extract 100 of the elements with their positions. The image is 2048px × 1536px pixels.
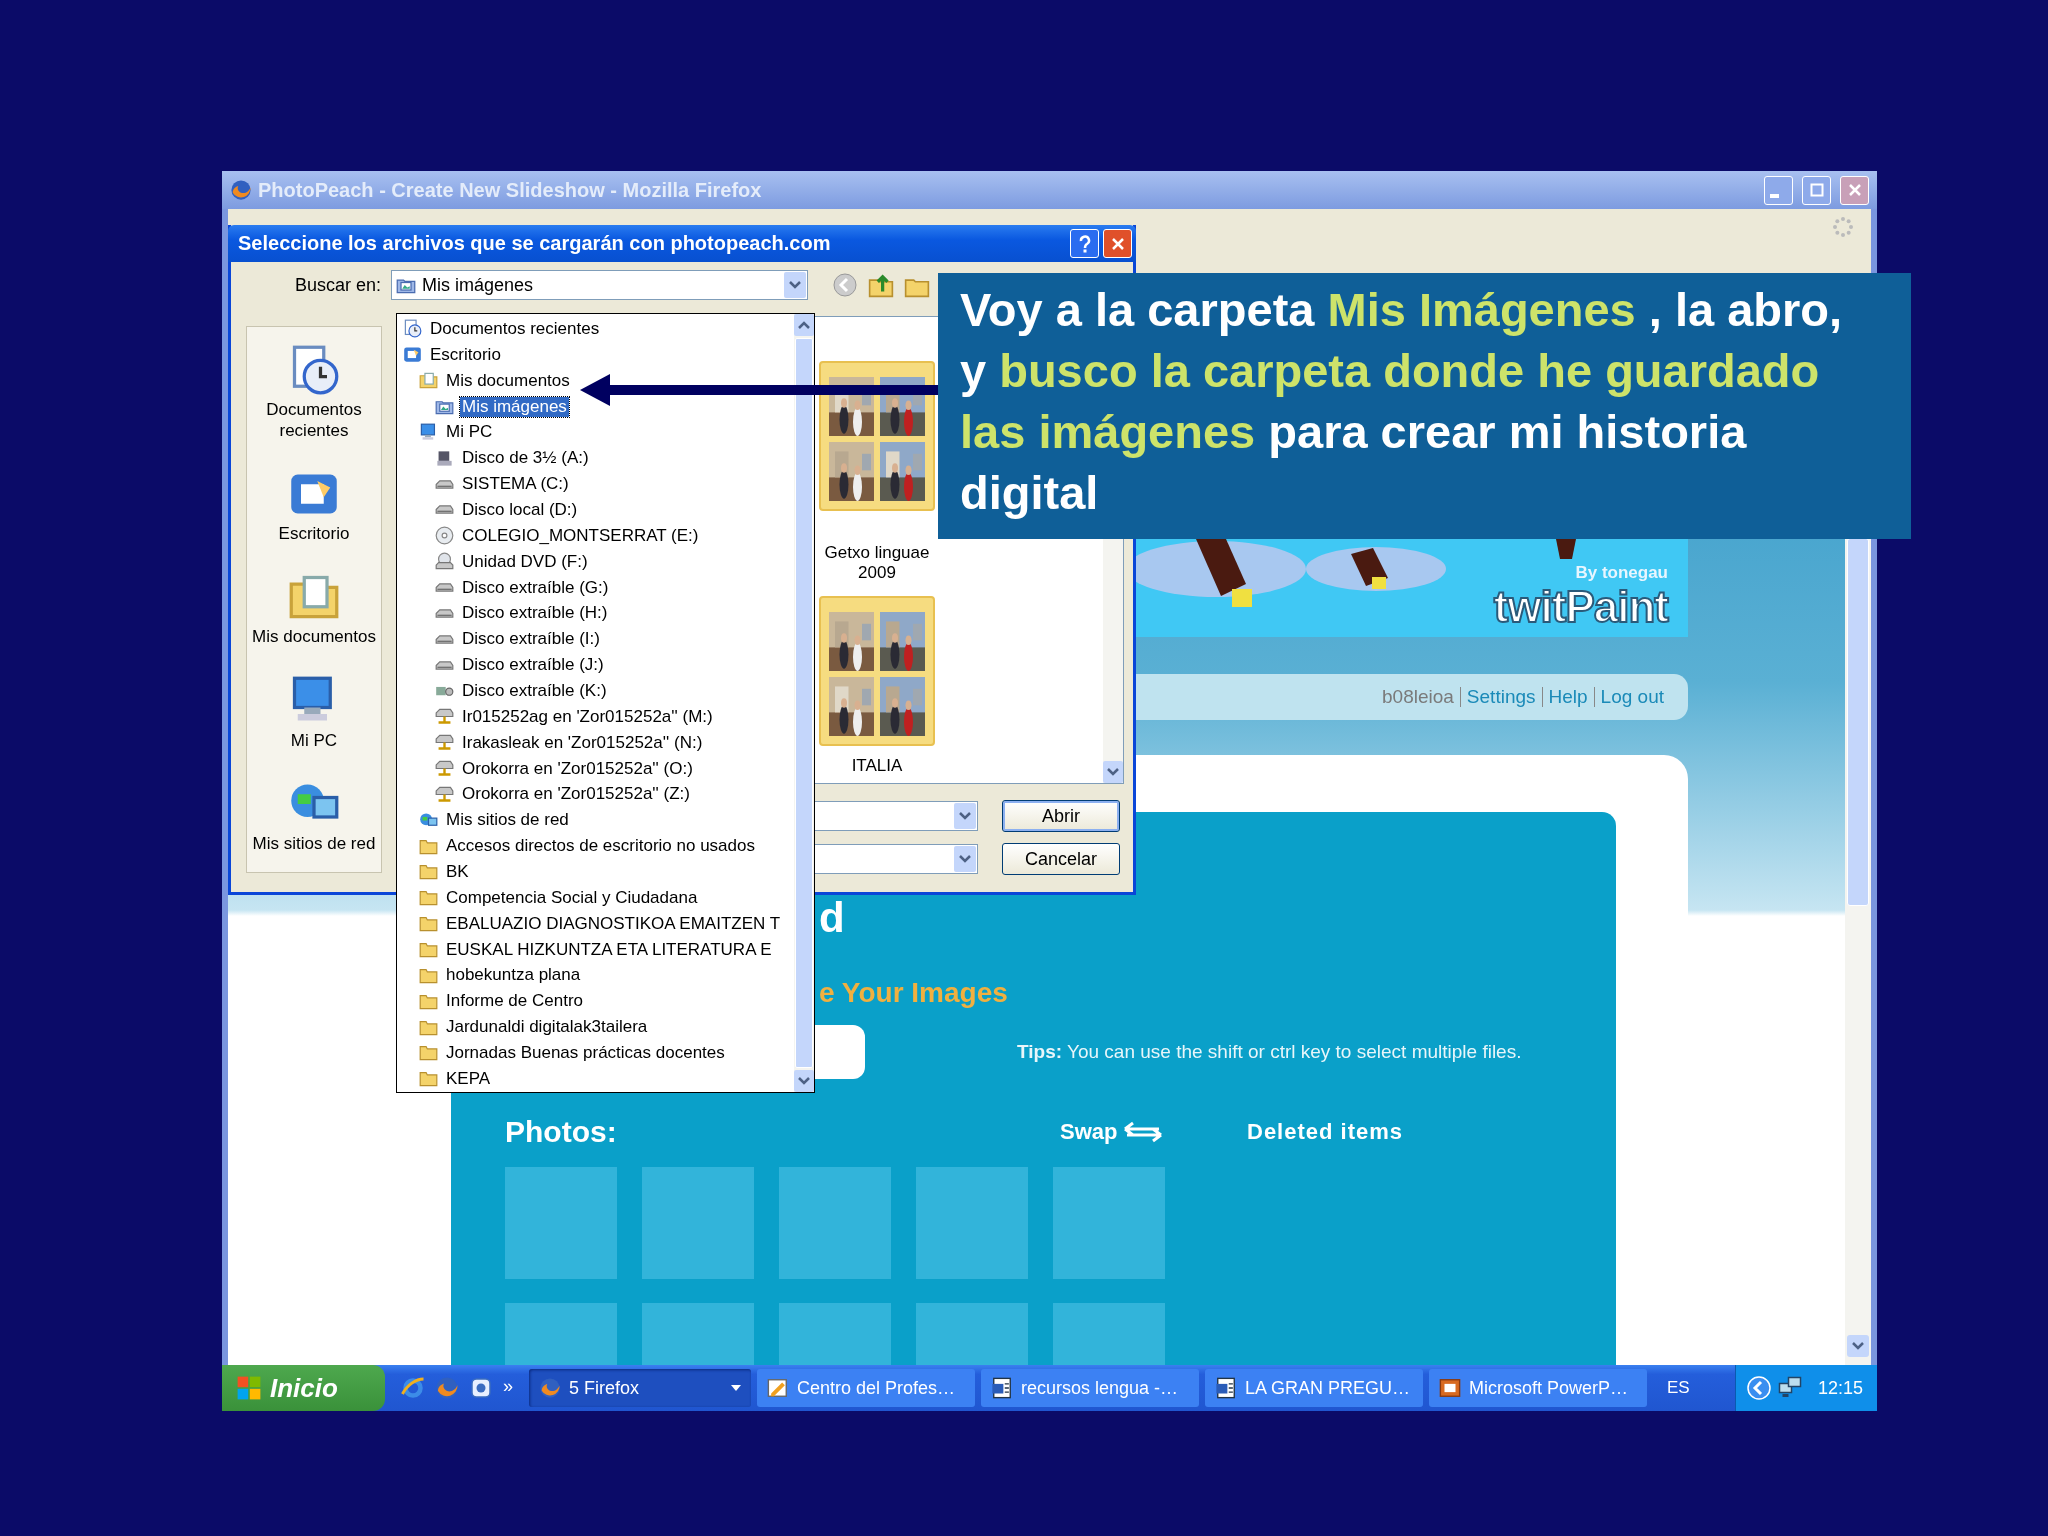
floppy-disk-icon	[435, 448, 454, 468]
caret-icon	[958, 854, 972, 864]
back-icon	[832, 272, 858, 298]
caret-icon	[1851, 1341, 1865, 1351]
dropdown-item[interactable]: Mis sitios de red	[419, 807, 571, 834]
scroll-thumb[interactable]	[1847, 538, 1869, 906]
close-button[interactable]	[1103, 229, 1132, 258]
desktop-icon	[403, 345, 422, 365]
dropdown-item[interactable]: Orokorra en 'Zor015252a'' (O:)	[435, 755, 695, 782]
taskbar-button[interactable]: 5 Firefox	[529, 1369, 751, 1407]
dropdown-item[interactable]: Disco extraíble (K:)	[435, 678, 609, 704]
dropdown-item[interactable]: Disco extraíble (I:)	[435, 626, 602, 653]
place-button[interactable]: Mis sitios de red	[252, 778, 376, 855]
swap-icon	[1123, 1121, 1164, 1143]
app-icon	[469, 1376, 493, 1400]
section-label: Photos:	[505, 1115, 618, 1149]
place-button[interactable]: Mi PC	[288, 674, 340, 752]
place-button[interactable]: Mis documentos	[252, 571, 376, 648]
help-button[interactable]	[1070, 229, 1099, 258]
dropdown-item[interactable]: Jardunaldi digitalak3tailera	[419, 1014, 650, 1041]
dropdown-item[interactable]: KEPA	[419, 1065, 493, 1092]
overflow-button[interactable]: »	[503, 1376, 513, 1397]
quick-launch-button[interactable]	[401, 1376, 425, 1400]
heading: d	[819, 897, 845, 939]
logo-text: twitPaint	[1493, 582, 1668, 631]
dropdown-item[interactable]: EBALUAZIO DIAGNOSTIKOA EMAITZEN T	[419, 910, 783, 937]
folder-icon	[419, 862, 438, 882]
close-icon	[1847, 183, 1862, 197]
dropdown-item[interactable]: BK	[419, 859, 471, 885]
dropdown-item[interactable]: Disco de 3½ (A:)	[435, 445, 591, 472]
dropdown-item[interactable]: SISTEMA (C:)	[435, 471, 571, 497]
taskbar-button[interactable]: Microsoft PowerP…	[1429, 1369, 1647, 1407]
up-folder-button[interactable]	[868, 272, 894, 298]
scroll-thumb[interactable]	[795, 338, 813, 1068]
network-drive-icon	[435, 707, 454, 727]
subheading: e Your Images	[819, 977, 1008, 1009]
scroll-down-button[interactable]	[1847, 1335, 1869, 1357]
folder-icon	[419, 1043, 438, 1063]
up-folder-icon	[868, 272, 894, 298]
dropdown-item[interactable]: Disco extraíble (J:)	[435, 652, 606, 679]
cancel-button[interactable]: Cancelar	[1002, 843, 1120, 875]
folder-icon	[419, 888, 438, 908]
dropdown-item[interactable]: Unidad DVD (F:)	[435, 548, 590, 575]
dropdown-item[interactable]: Orokorra en 'Zor015252a'' (Z:)	[435, 781, 692, 808]
dropdown-item[interactable]: Mis documentos	[419, 367, 572, 394]
dropdown-item[interactable]: Jornadas Buenas prácticas docentes	[419, 1040, 727, 1066]
computer-icon	[419, 422, 438, 442]
quick-launch-button[interactable]	[469, 1376, 493, 1400]
firefox-icon	[230, 179, 252, 201]
field-label: Buscar en:	[293, 274, 381, 296]
folder-icon	[419, 1069, 438, 1089]
browser-icon	[401, 1376, 425, 1400]
network-icon[interactable]	[1777, 1376, 1802, 1400]
dropdown-item[interactable]: Disco local (D:)	[435, 497, 580, 523]
dropdown-item[interactable]: Mi PC	[419, 419, 495, 446]
dialog-title: Seleccione los archivos que se cargarán con photopeach.com	[238, 232, 831, 255]
place-button[interactable]: Documentos recientes	[249, 344, 379, 442]
back-button[interactable]	[832, 272, 858, 298]
network-drive-icon	[435, 759, 454, 779]
dropdown-item[interactable]: Accesos directos de escritorio no usados	[419, 833, 757, 860]
network-drive-icon	[435, 733, 454, 753]
dropdown-item[interactable]: Disco extraíble (H:)	[435, 600, 610, 627]
open-button[interactable]: Abrir	[1002, 800, 1120, 832]
dropdown-item[interactable]: Escritorio	[403, 341, 503, 368]
taskbar-button[interactable]: recursos lengua -…	[981, 1369, 1199, 1407]
document-icon	[1215, 1377, 1237, 1399]
minimize-button[interactable]	[1764, 175, 1793, 205]
disc-icon	[435, 526, 454, 546]
dropdown-item[interactable]: Documentos recientes	[403, 316, 602, 342]
close-button[interactable]	[1840, 175, 1869, 205]
chevron-icon[interactable]	[1745, 1375, 1772, 1401]
clock-document-icon	[403, 319, 422, 339]
taskbar-button[interactable]: LA GRAN PREGU…	[1205, 1369, 1423, 1407]
dropdown-item[interactable]: Irakasleak en 'Zor015252a'' (N:)	[435, 729, 705, 756]
caret-icon	[788, 280, 802, 290]
taskbar-button[interactable]: Centro del Profes…	[757, 1369, 975, 1407]
place-button[interactable]: Escritorio	[278, 468, 350, 545]
dropdown-item[interactable]: EUSKAL HIZKUNTZA ETA LITERATURA E	[419, 936, 774, 963]
dropdown-item[interactable]: Informe de Centro	[419, 988, 585, 1015]
caret-icon	[797, 1076, 811, 1086]
firefox-icon	[435, 1376, 459, 1400]
dropdown-item[interactable]: COLEGIO_MONTSERRAT (E:)	[435, 522, 701, 549]
dropdown-item[interactable]: hobekuntza plana	[419, 962, 583, 989]
dropdown-item[interactable]: Disco extraíble (G:)	[435, 574, 611, 601]
dropdown-item[interactable]: Competencia Social y Ciudadana	[419, 884, 700, 911]
maximize-button[interactable]	[1802, 175, 1831, 205]
scroll-up-button[interactable]	[794, 314, 814, 336]
scroll-down-button[interactable]	[794, 1070, 814, 1092]
dropdown-item[interactable]: Ir015252ag en 'Zor015252a'' (M:)	[435, 703, 715, 730]
presentation-icon	[1439, 1377, 1461, 1399]
location-dropdown[interactable]: Mis imágenes	[391, 270, 808, 300]
scroll-down-button[interactable]	[1103, 761, 1123, 783]
language-indicator: ES	[1667, 1378, 1690, 1398]
disc-drive-icon	[435, 552, 454, 572]
caret-icon	[958, 811, 972, 821]
document-icon	[991, 1377, 1013, 1399]
quick-launch-button[interactable]	[435, 1376, 459, 1400]
minimize-icon	[1770, 194, 1779, 198]
close-icon	[1109, 235, 1126, 252]
maximize-icon	[1809, 183, 1824, 197]
